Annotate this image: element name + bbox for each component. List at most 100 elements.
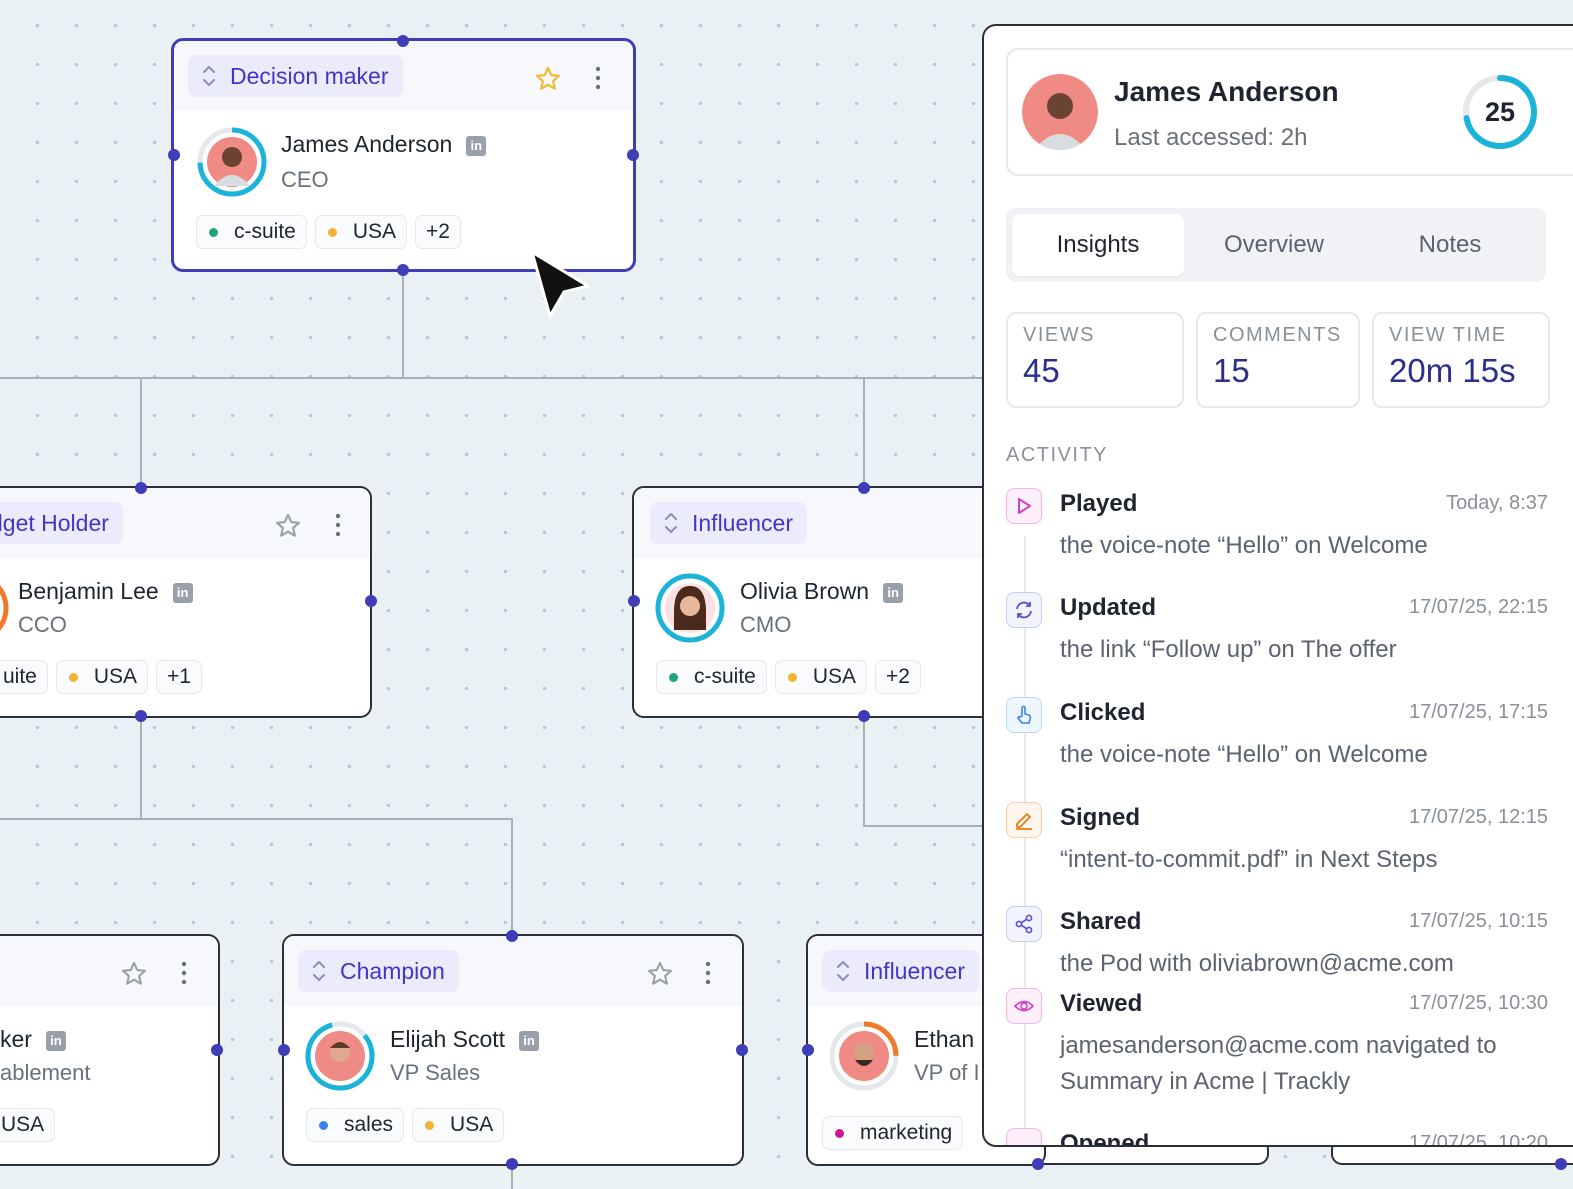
tag[interactable]: USA: [314, 215, 408, 249]
activity-time: 17/07/25, 10:20: [1408, 1132, 1548, 1147]
tag-dot: [319, 1120, 328, 1130]
linkedin-icon[interactable]: in: [883, 583, 904, 603]
linkedin-icon[interactable]: in: [466, 136, 487, 156]
activity-verb: Viewed: [1060, 990, 1143, 1017]
tag[interactable]: USA: [55, 660, 149, 694]
more-tags-badge[interactable]: +2: [415, 215, 461, 249]
activity-time: Today, 8:37: [1446, 492, 1548, 514]
org-card-benjamin-lee[interactable]: dget Holder Benjamin Lee in CCO uite USA …: [0, 486, 372, 718]
chevron-updown-icon: [203, 66, 215, 86]
tag[interactable]: USA: [774, 660, 868, 694]
role-label: Decision maker: [230, 62, 389, 89]
role-selector[interactable]: Decision maker: [188, 55, 403, 97]
tag[interactable]: c-suite: [656, 660, 767, 694]
person-name: Elijah Scott: [390, 1026, 506, 1052]
last-accessed: Last accessed: 2h: [1114, 124, 1308, 151]
role-selector[interactable]: Influencer: [822, 950, 980, 992]
org-card-olivia-brown[interactable]: Influencer Olivia Brown in CMO c-suite US…: [632, 486, 1032, 718]
stat-view-time: VIEW TIME 20m 15s: [1372, 312, 1550, 408]
tab-insights[interactable]: Insights: [1012, 214, 1184, 276]
org-card-partial[interactable]: ker in ablement USA: [0, 934, 220, 1166]
tag[interactable]: USA: [412, 1108, 505, 1142]
tag[interactable]: USA: [0, 1108, 56, 1142]
tag-dot: [327, 227, 337, 237]
linkedin-icon[interactable]: in: [45, 1031, 66, 1051]
contact-name: James Anderson: [1114, 76, 1339, 107]
connection-handle[interactable]: [802, 1044, 814, 1056]
connection-handle[interactable]: [1555, 1158, 1567, 1170]
more-tags-badge[interactable]: +2: [875, 660, 921, 694]
more-options-icon[interactable]: [594, 65, 602, 91]
tab-notes[interactable]: Notes: [1364, 214, 1536, 276]
connection-handle[interactable]: [211, 1044, 223, 1056]
tag[interactable]: c-suite: [196, 215, 307, 249]
linkedin-icon[interactable]: in: [519, 1031, 540, 1051]
share-icon: [1006, 906, 1042, 942]
role-label: Champion: [340, 957, 445, 984]
connection-handle[interactable]: [168, 149, 180, 161]
tag-dot: [787, 672, 797, 682]
star-icon[interactable]: [120, 960, 148, 988]
activity-heading: ACTIVITY: [1006, 444, 1109, 466]
connection-handle[interactable]: [135, 482, 147, 494]
more-options-icon[interactable]: [334, 512, 342, 538]
avatar: [0, 585, 9, 631]
activity-description: the Pod with oliviabrown@acme.com: [1060, 950, 1454, 977]
connection-handle[interactable]: [506, 930, 518, 942]
star-icon-filled[interactable]: [534, 65, 562, 93]
person-name: Olivia Brown: [740, 578, 870, 604]
activity-description: “intent-to-commit.pdf” in Next Steps: [1060, 846, 1438, 873]
tab-overview[interactable]: Overview: [1188, 214, 1360, 276]
role-selector[interactable]: Influencer: [650, 502, 808, 544]
pen-icon: [1006, 802, 1042, 838]
org-card-james-anderson[interactable]: Decision maker James Anderson in CEO c-su…: [171, 38, 636, 272]
connection-handle[interactable]: [1032, 1158, 1044, 1170]
activity-description: the voice-note “Hello” on Welcome: [1060, 741, 1428, 768]
activity-verb: Signed: [1060, 804, 1141, 831]
connection-handle[interactable]: [627, 149, 639, 161]
activity-verb: Clicked: [1060, 699, 1146, 726]
job-title: ablement: [0, 1060, 91, 1085]
star-icon[interactable]: [274, 512, 302, 540]
connection-handle[interactable]: [397, 35, 409, 47]
folder-icon: [1006, 1128, 1042, 1145]
tag[interactable]: uite: [0, 660, 48, 694]
play-icon: [1006, 488, 1042, 524]
contact-header: James Anderson Last accessed: 2h 25: [1006, 48, 1573, 176]
role-label: Influencer: [692, 509, 794, 536]
job-title: CMO: [740, 612, 792, 637]
connection-handle[interactable]: [628, 595, 640, 607]
connection-handle[interactable]: [858, 710, 870, 722]
connection-handle[interactable]: [135, 710, 147, 722]
stat-value: 15: [1213, 352, 1250, 389]
connection-handle[interactable]: [365, 595, 377, 607]
activity-description: jamesanderson@acme.com navigated to Summ…: [1060, 1032, 1497, 1095]
role-selector[interactable]: dget Holder: [0, 502, 123, 544]
org-card-elijah-scott[interactable]: Champion Elijah Scott in VP Sales sales U…: [282, 934, 744, 1166]
job-title: VP of I: [914, 1060, 980, 1085]
star-icon[interactable]: [646, 960, 674, 988]
tag[interactable]: marketing: [822, 1116, 964, 1150]
avatar: [197, 127, 267, 197]
person-name: James Anderson: [281, 131, 453, 157]
more-options-icon[interactable]: [704, 960, 712, 986]
avatar: [829, 1021, 899, 1091]
linkedin-icon[interactable]: in: [172, 583, 193, 603]
connection-handle[interactable]: [858, 482, 870, 494]
activity-time: 17/07/25, 10:15: [1408, 910, 1548, 932]
stat-comments: COMMENTS 15: [1196, 312, 1360, 408]
connection-handle[interactable]: [397, 264, 409, 276]
tag[interactable]: sales: [306, 1108, 405, 1142]
refresh-icon: [1006, 592, 1042, 628]
activity-time: 17/07/25, 22:15: [1408, 596, 1548, 618]
more-tags-badge[interactable]: +1: [156, 660, 202, 694]
activity-time: 17/07/25, 12:15: [1408, 806, 1548, 828]
connection-handle[interactable]: [278, 1044, 290, 1056]
role-selector[interactable]: Champion: [298, 950, 459, 992]
more-options-icon[interactable]: [180, 960, 188, 986]
avatar: [1022, 74, 1098, 150]
connection-handle[interactable]: [736, 1044, 748, 1056]
stat-label: VIEWS: [1023, 324, 1095, 346]
activity-description: the voice-note “Hello” on Welcome: [1060, 532, 1428, 559]
connection-handle[interactable]: [506, 1158, 518, 1170]
